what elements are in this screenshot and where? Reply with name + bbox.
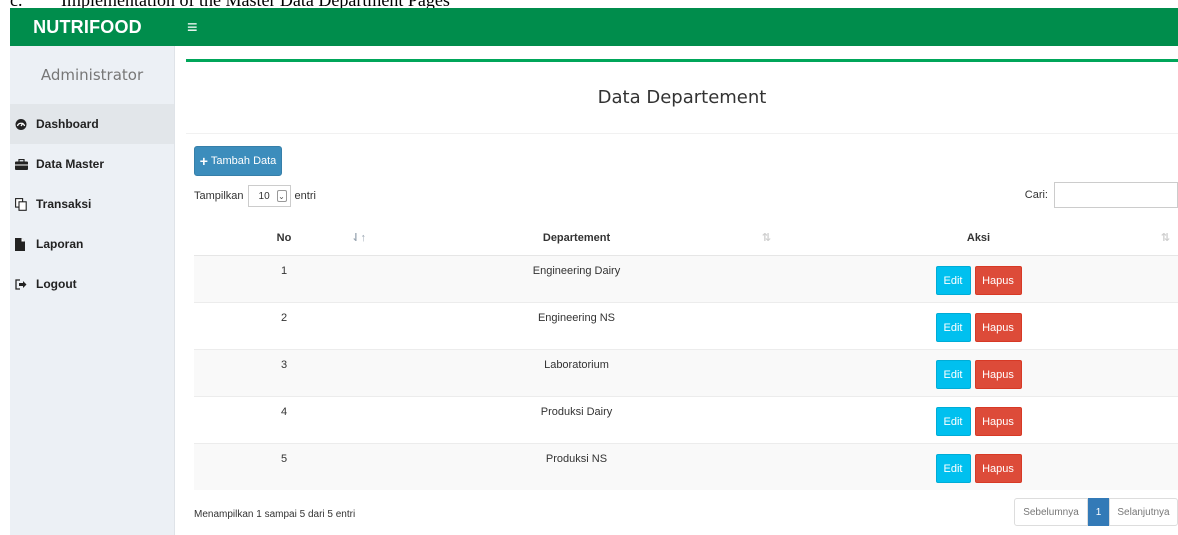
row-no: 3 (280, 358, 288, 371)
search-input[interactable] (1054, 182, 1178, 208)
top-navbar: NUTRIFOOD ≡ (10, 8, 1178, 46)
pagination: Sebelumnya 1 Selanjutnya (1014, 498, 1178, 526)
delete-button[interactable]: Hapus (974, 407, 1022, 436)
add-data-button[interactable]: + Tambah Data (194, 146, 282, 176)
table-header-row: No ⇃↑ Departement ⇅ Aksi ⇅ (194, 221, 1178, 256)
sidebar-item-label: Logout (36, 277, 77, 291)
search-label: Cari: (1024, 189, 1048, 201)
briefcase-icon (15, 158, 33, 170)
column-header-label: Departement (542, 231, 611, 244)
table-row: 3 Laboratorium Edit Hapus (194, 348, 1178, 396)
edit-button[interactable]: Edit (935, 407, 971, 436)
pagination-prev-button[interactable]: Sebelumnya (1014, 498, 1088, 526)
document-caption: c. Implementation of the Master Data Dep… (0, 0, 1178, 8)
sort-icon: ⇅ (1160, 232, 1170, 244)
page-title: Data Departement (186, 62, 1178, 134)
row-no: 4 (280, 405, 288, 418)
pagination-page-button[interactable]: 1 (1088, 498, 1109, 526)
sidebar: Administrator Dashboard Data Master Tran… (10, 46, 175, 535)
add-data-label: Tambah Data (210, 155, 277, 167)
sidebar-item-laporan[interactable]: Laporan (10, 224, 174, 264)
sidebar-user-name: Administrator (40, 66, 144, 84)
brand-logo[interactable]: NUTRIFOOD (10, 8, 185, 46)
edit-button[interactable]: Edit (935, 360, 971, 389)
content-box: Data Departement + Tambah Data Tampilkan… (186, 59, 1178, 535)
sidebar-item-label: Data Master (36, 157, 105, 171)
entries-select[interactable]: 10 ⌄ (247, 185, 291, 207)
column-header-departement[interactable]: Departement ⇅ (374, 221, 779, 256)
length-control: Tampilkan 10 ⌄ entri (194, 185, 316, 207)
table-info: Menampilkan 1 sampai 5 dari 5 entri (194, 509, 356, 520)
row-no: 5 (280, 452, 288, 465)
length-prefix: Tampilkan (194, 190, 244, 202)
caption-number: c. (10, 0, 23, 8)
plus-icon: + (199, 152, 208, 169)
entries-value: 10 (258, 190, 270, 202)
column-header-no[interactable]: No ⇃↑ (194, 221, 374, 256)
row-department: Laboratorium (544, 358, 609, 371)
delete-button[interactable]: Hapus (974, 266, 1022, 295)
row-department: Engineering NS (537, 311, 616, 324)
sort-icon: ⇅ (761, 232, 771, 244)
column-header-label: No (276, 231, 292, 244)
table-row: 5 Produksi NS Edit Hapus (194, 442, 1178, 490)
row-department: Produksi NS (545, 452, 608, 465)
edit-button[interactable]: Edit (935, 266, 971, 295)
delete-button[interactable]: Hapus (974, 313, 1022, 342)
column-header-label: Aksi (966, 231, 991, 244)
column-header-aksi[interactable]: Aksi ⇅ (779, 221, 1178, 256)
hamburger-menu-icon[interactable]: ≡ (187, 17, 198, 38)
dashboard-icon (15, 118, 33, 130)
pagination-next-button[interactable]: Selanjutnya (1109, 498, 1178, 526)
sidebar-item-label: Transaksi (36, 197, 92, 211)
sidebar-item-transaksi[interactable]: Transaksi (10, 184, 174, 224)
sidebar-item-logout[interactable]: Logout (10, 264, 174, 304)
delete-button[interactable]: Hapus (974, 454, 1022, 484)
table-row: 1 Engineering Dairy Edit Hapus (194, 254, 1178, 302)
sidebar-item-dashboard[interactable]: Dashboard (10, 104, 174, 144)
sidebar-item-label: Laporan (36, 237, 84, 251)
edit-button[interactable]: Edit (935, 313, 971, 342)
sidebar-item-data-master[interactable]: Data Master (10, 144, 174, 184)
table-row: 4 Produksi Dairy Edit Hapus (194, 395, 1178, 443)
chevron-down-icon: ⌄ (276, 190, 287, 202)
sidebar-item-label: Dashboard (36, 117, 99, 131)
sort-asc-icon: ⇃↑ (351, 232, 366, 244)
department-table: No ⇃↑ Departement ⇅ Aksi ⇅ 1 Engineering… (194, 221, 1178, 490)
copy-icon (15, 197, 33, 211)
row-department: Produksi Dairy (540, 405, 613, 418)
file-icon (15, 237, 33, 251)
search-control: Cari: (1025, 182, 1178, 208)
caption-text: Implementation of the Master Data Depart… (61, 0, 450, 8)
table-row: 2 Engineering NS Edit Hapus (194, 301, 1178, 349)
edit-button[interactable]: Edit (935, 454, 971, 484)
delete-button[interactable]: Hapus (974, 360, 1022, 389)
length-suffix: entri (294, 190, 316, 202)
row-no: 2 (280, 311, 288, 324)
row-no: 1 (280, 264, 288, 277)
row-department: Engineering Dairy (532, 264, 621, 277)
sign-out-icon (15, 278, 33, 290)
